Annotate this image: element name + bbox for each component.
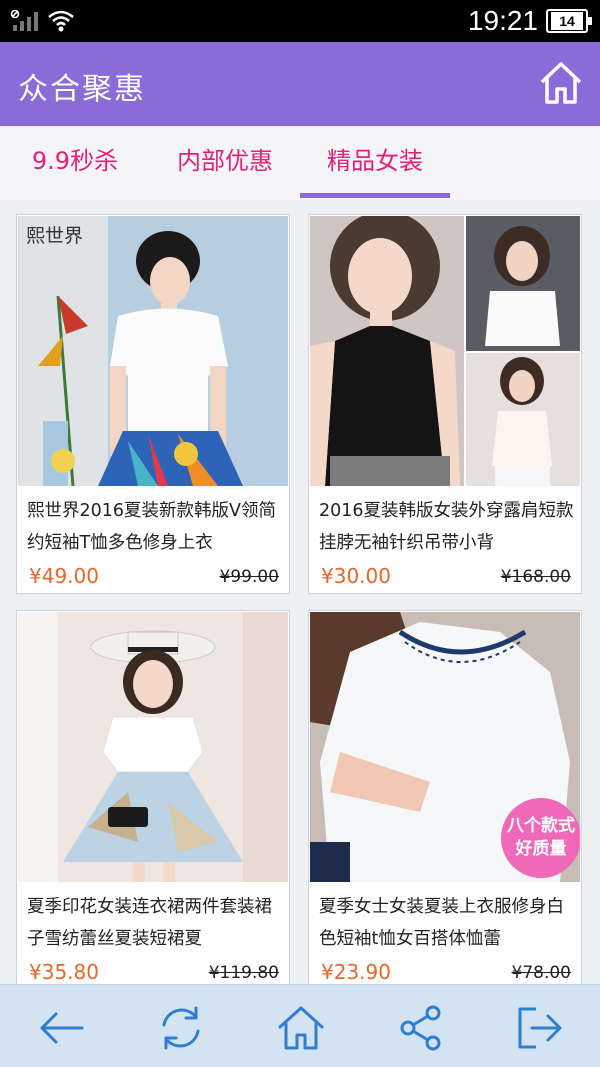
category-tabs: 9.9秒杀 内部优惠 精品女装 — [0, 126, 600, 200]
product-name[interactable]: 夏季女士女装夏装上衣服修身白色短袖t恤女百搭体恤蕾 — [319, 891, 575, 955]
status-icons — [10, 9, 76, 33]
battery-level: 14 — [551, 12, 583, 30]
app-title: 众合聚惠 — [18, 72, 146, 107]
product-card[interactable]: 八个款式 好质量 夏季女士女装夏装上衣服修身白色短袖t恤女百搭体恤蕾 ¥23.9… — [308, 610, 582, 984]
clock: 19:21 — [467, 5, 538, 36]
product-price: ¥49.00 — [29, 564, 99, 588]
tab-flash-sale[interactable]: 9.9秒杀 — [10, 126, 140, 200]
product-price: ¥23.90 — [321, 960, 391, 984]
product-original-price: ¥119.80 — [208, 963, 279, 983]
product-price: ¥30.00 — [321, 564, 391, 588]
brand-logo: 熙世界 — [26, 225, 83, 247]
wifi-icon — [48, 10, 74, 32]
product-card[interactable]: 熙世界 熙世界2016夏装新款韩版V领简约短袖T恤多色修身上衣 ¥49.00 ¥… — [16, 214, 290, 594]
home-icon[interactable] — [538, 60, 584, 106]
product-name[interactable]: 2016夏装韩版女装外穿露肩短款挂脖无袖针织吊带小背 — [319, 495, 575, 559]
battery-icon: 14 — [546, 9, 592, 33]
bottom-toolbar — [0, 984, 600, 1067]
tab-womens-fashion[interactable]: 精品女装 — [300, 126, 450, 200]
tab-internal-discount[interactable]: 内部优惠 — [160, 126, 290, 200]
signal-icon — [10, 9, 38, 31]
badge-text-line1: 八个款式 — [507, 815, 575, 836]
badge-text-line2: 好质量 — [515, 838, 567, 859]
product-card[interactable]: 夏季印花女装连衣裙两件套装裙子雪纺蕾丝夏装短裙夏 ¥35.80 ¥119.80 — [16, 610, 290, 984]
home-icon[interactable] — [276, 1003, 326, 1053]
product-name[interactable]: 夏季印花女装连衣裙两件套装裙子雪纺蕾丝夏装短裙夏 — [27, 891, 283, 955]
status-bar: 19:21 14 — [0, 0, 600, 42]
product-original-price: ¥168.00 — [500, 567, 571, 587]
refresh-icon[interactable] — [156, 1003, 206, 1053]
product-image[interactable]: 熙世界 — [18, 216, 288, 486]
exit-icon[interactable] — [514, 1003, 564, 1053]
product-name[interactable]: 熙世界2016夏装新款韩版V领简约短袖T恤多色修身上衣 — [27, 495, 283, 559]
product-image[interactable]: 八个款式 好质量 — [310, 612, 580, 882]
app-header: 众合聚惠 — [0, 42, 600, 126]
product-original-price: ¥78.00 — [511, 963, 571, 983]
product-original-price: ¥99.00 — [219, 567, 279, 587]
product-grid: 熙世界 熙世界2016夏装新款韩版V领简约短袖T恤多色修身上衣 ¥49.00 ¥… — [16, 214, 584, 984]
product-image[interactable] — [18, 612, 288, 882]
share-icon[interactable] — [396, 1003, 446, 1053]
product-image[interactable] — [310, 216, 580, 486]
back-arrow-icon[interactable] — [36, 1003, 86, 1053]
product-card[interactable]: 2016夏装韩版女装外穿露肩短款挂脖无袖针织吊带小背 ¥30.00 ¥168.0… — [308, 214, 582, 594]
product-price: ¥35.80 — [29, 960, 99, 984]
